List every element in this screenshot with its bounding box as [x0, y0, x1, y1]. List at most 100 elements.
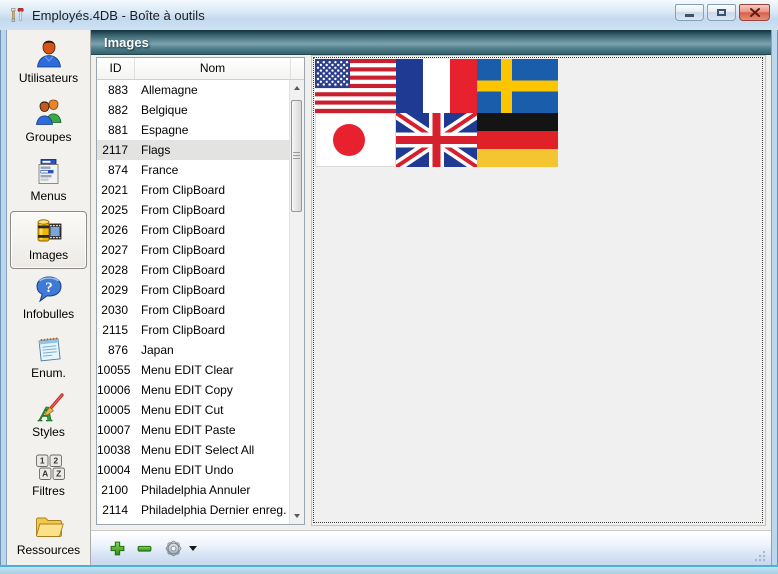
cell-nom: Belgique: [133, 103, 289, 117]
window-body: Utilisateurs Groupes Menus Images ?Infob…: [6, 30, 772, 565]
cell-id: 2027: [97, 243, 133, 257]
close-button[interactable]: [739, 4, 770, 21]
sidebar-item-menus[interactable]: Menus: [10, 152, 87, 210]
table-row[interactable]: 876Japan: [97, 340, 289, 360]
table-row[interactable]: 10055Menu EDIT Clear: [97, 360, 289, 380]
window-bottom-border: [0, 565, 778, 574]
actions-menu-button[interactable]: [163, 538, 197, 559]
menu-icon: [33, 155, 65, 189]
sidebar-item-label: Filtres: [32, 484, 65, 498]
window-title: Employés.4DB - Boîte à outils: [32, 8, 205, 23]
table-row[interactable]: 2025From ClipBoard: [97, 200, 289, 220]
sidebar-item-images[interactable]: Images: [10, 211, 87, 269]
sidebar-item-filtres[interactable]: 1 2 A ZFiltres: [10, 447, 87, 505]
remove-image-button[interactable]: [136, 540, 153, 557]
cell-nom: From ClipBoard: [133, 323, 289, 337]
table-row[interactable]: 10004Menu EDIT Undo: [97, 460, 289, 480]
table-row[interactable]: 2114Philadelphia Dernier enreg.: [97, 500, 289, 520]
sidebar-item-label: Groupes: [25, 130, 71, 144]
cell-id: 10007: [97, 423, 133, 437]
column-header-id[interactable]: ID: [97, 58, 135, 79]
titlebar[interactable]: Employés.4DB - Boîte à outils: [0, 0, 778, 30]
table-row[interactable]: 2030From ClipBoard: [97, 300, 289, 320]
cell-id: 881: [97, 123, 133, 137]
minimize-button[interactable]: [675, 4, 704, 21]
table-row[interactable]: 874France: [97, 160, 289, 180]
paintbrush-icon: A: [33, 391, 65, 425]
sidebar-item-utilisateurs[interactable]: Utilisateurs: [10, 34, 87, 92]
table-row[interactable]: 10038Menu EDIT Select All: [97, 440, 289, 460]
column-header-nom[interactable]: Nom: [135, 58, 291, 79]
table-row-partial[interactable]: 2103Philadelphia Enreg. précéd.: [97, 520, 289, 524]
resize-grip-icon: [753, 549, 767, 563]
svg-text:2: 2: [53, 455, 58, 465]
cell-id: 10055: [97, 363, 133, 377]
add-image-button[interactable]: [109, 540, 126, 557]
table-row[interactable]: 2115From ClipBoard: [97, 320, 289, 340]
cell-nom: From ClipBoard: [133, 203, 289, 217]
cell-nom: From ClipBoard: [133, 243, 289, 257]
cell-nom: Philadelphia Dernier enreg.: [133, 503, 289, 517]
scroll-up-button[interactable]: [290, 80, 304, 96]
germany-flag: [477, 113, 558, 167]
notepad-icon: [33, 332, 65, 366]
table-row[interactable]: 2029From ClipBoard: [97, 280, 289, 300]
scroll-down-button[interactable]: [290, 508, 304, 524]
cell-nom: Allemagne: [133, 83, 289, 97]
app-window: Employés.4DB - Boîte à outils Utilisateu…: [0, 0, 778, 574]
sidebar-item-enum[interactable]: Enum.: [10, 329, 87, 387]
dropdown-caret-icon: [189, 546, 197, 551]
sidebar-item-groupes[interactable]: Groupes: [10, 93, 87, 151]
film-icon: [33, 214, 65, 248]
table-row[interactable]: 2100Philadelphia Annuler: [97, 480, 289, 500]
cell-nom: From ClipBoard: [133, 263, 289, 277]
table-row[interactable]: 10005Menu EDIT Cut: [97, 400, 289, 420]
cell-id: 2103: [97, 523, 133, 524]
svg-text:A: A: [42, 468, 48, 478]
column-header-spacer: [291, 58, 304, 79]
cell-id: 2030: [97, 303, 133, 317]
table-row[interactable]: 2028From ClipBoard: [97, 260, 289, 280]
cell-nom: Flags: [133, 143, 289, 157]
window-controls: [675, 4, 770, 21]
cell-id: 10006: [97, 383, 133, 397]
cell-id: 2025: [97, 203, 133, 217]
table-row[interactable]: 2027From ClipBoard: [97, 240, 289, 260]
sidebar-item-ressources[interactable]: Ressources: [10, 506, 87, 564]
sidebar-item-label: Menus: [30, 189, 66, 203]
table-row[interactable]: 882Belgique: [97, 100, 289, 120]
cell-id: 874: [97, 163, 133, 177]
table-row[interactable]: 10006Menu EDIT Copy: [97, 380, 289, 400]
list-rows: 883Allemagne882Belgique881Espagne2117Fla…: [97, 80, 289, 524]
maximize-button[interactable]: [707, 4, 736, 21]
users-icon: [33, 96, 65, 130]
image-canvas[interactable]: [313, 57, 763, 523]
cell-nom: Philadelphia Enreg. précéd.: [133, 523, 289, 524]
scrollbar-thumb[interactable]: [291, 100, 302, 212]
france-flag: [396, 59, 477, 113]
table-row[interactable]: 2021From ClipBoard: [97, 180, 289, 200]
usa-flag: [315, 59, 396, 113]
sidebar-item-label: Ressources: [17, 543, 80, 557]
list-scrollbar[interactable]: [289, 80, 304, 524]
table-row[interactable]: 2026From ClipBoard: [97, 220, 289, 240]
table-row[interactable]: 883Allemagne: [97, 80, 289, 100]
sidebar-item-styles[interactable]: A Styles: [10, 388, 87, 446]
cell-nom: Menu EDIT Cut: [133, 403, 289, 417]
flags-image: [315, 59, 558, 167]
cell-nom: From ClipBoard: [133, 183, 289, 197]
cell-nom: From ClipBoard: [133, 283, 289, 297]
table-row[interactable]: 2117Flags: [97, 140, 289, 160]
cell-id: 2115: [97, 323, 133, 337]
resize-grip[interactable]: [753, 549, 767, 563]
minimize-icon: [685, 14, 694, 17]
scrollbar-track[interactable]: [290, 96, 304, 508]
cell-id: 2117: [97, 143, 133, 157]
sidebar-item-infobulles[interactable]: ?Infobulles: [10, 270, 87, 328]
cell-id: 883: [97, 83, 133, 97]
cell-nom: Menu EDIT Clear: [133, 363, 289, 377]
table-row[interactable]: 881Espagne: [97, 120, 289, 140]
cell-id: 10004: [97, 463, 133, 477]
arrow-up-icon: [294, 86, 300, 90]
table-row[interactable]: 10007Menu EDIT Paste: [97, 420, 289, 440]
